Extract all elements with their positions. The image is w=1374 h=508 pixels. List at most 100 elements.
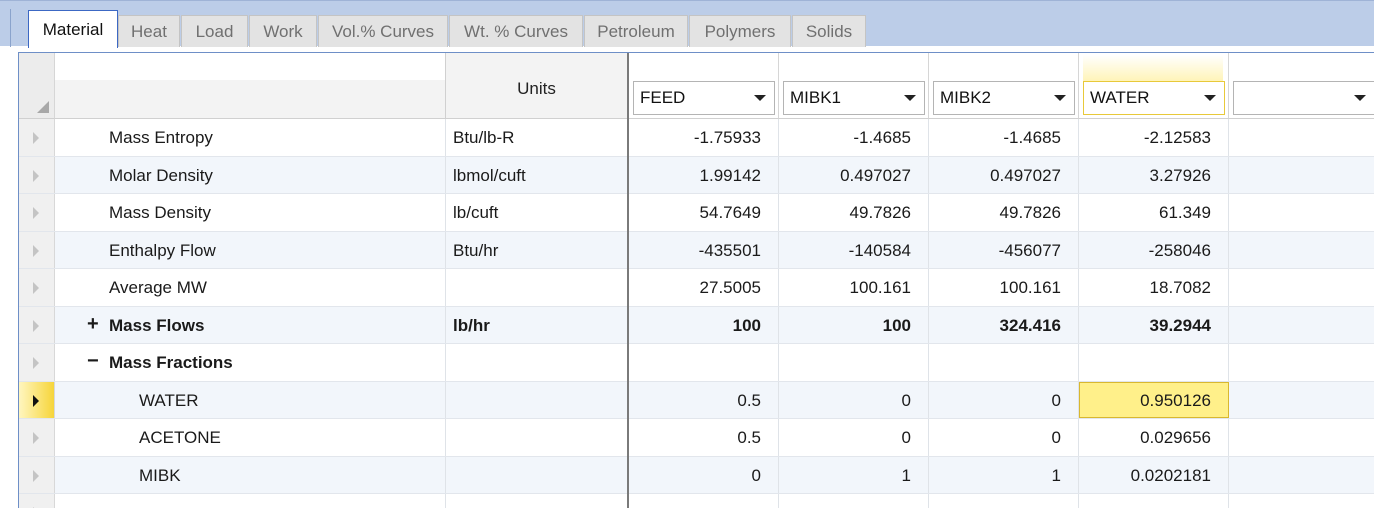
value-cell[interactable] [1229,194,1374,231]
table-row[interactable]: WATER 0.5 0 0 0.950126 [19,381,1374,419]
table-row[interactable]: ACETONE 0.5 0 0 0.029656 [19,419,1374,457]
table-row[interactable]: Molar Density lbmol/cuft 1.99142 0.497027 0.… [19,156,1374,194]
value-cell[interactable]: -1.4685 [929,119,1079,156]
value-cell[interactable] [929,494,1079,508]
value-cell[interactable]: 0.497027 [779,156,929,193]
value-cell[interactable] [1079,494,1229,508]
value-cell[interactable] [779,344,929,381]
value-cell[interactable]: -1.75933 [629,119,779,156]
stream-select-dropdown[interactable]: MIBK2 [933,81,1075,115]
value-cell[interactable]: 0 [929,419,1079,456]
selected-value-cell[interactable]: 0.950126 [1079,381,1229,418]
value-cell[interactable]: 100 [629,306,779,343]
tab-material[interactable]: Material [28,10,118,48]
stream-select-dropdown[interactable]: MIBK1 [783,81,925,115]
collapse-icon[interactable]: − [87,344,99,379]
table-row[interactable]: + Mass Flows lb/hr 100 100 324.416 39.2944 [19,306,1374,344]
value-cell[interactable] [1079,344,1229,381]
value-cell[interactable]: 54.7649 [629,194,779,231]
property-name-cell: − Mass Fractions [55,344,445,381]
value-cell[interactable] [1229,307,1374,344]
value-cell[interactable] [929,344,1079,381]
value-cell[interactable]: 1 [779,456,929,493]
table-row[interactable]: Mass Density lb/cuft 54.7649 49.7826 49.7826… [19,194,1374,232]
row-header[interactable] [19,156,55,193]
tab-work[interactable]: Work [249,15,317,47]
value-cell[interactable] [629,494,779,508]
value-cell[interactable]: 49.7826 [779,194,929,231]
value-cell[interactable]: 0 [629,456,779,493]
value-cell[interactable] [1229,119,1374,156]
tab-vol-curves[interactable]: Vol.% Curves [318,15,448,47]
property-name-cell [55,494,445,508]
table-row[interactable]: Enthalpy Flow Btu/hr -435501 -140584 -456077… [19,231,1374,269]
value-cell[interactable]: -2.12583 [1079,119,1229,156]
chevron-down-icon [1204,95,1216,101]
value-cell[interactable] [1229,382,1374,419]
value-cell[interactable]: -456077 [929,231,1079,268]
row-header[interactable] [19,381,55,418]
value-cell[interactable]: 0 [929,381,1079,418]
value-cell[interactable] [1229,232,1374,269]
value-cell[interactable]: 27.5005 [629,269,779,306]
expand-icon[interactable]: + [87,307,99,342]
tab-load[interactable]: Load [181,15,248,47]
value-cell[interactable]: 49.7826 [929,194,1079,231]
tab-wt-curves[interactable]: Wt. % Curves [449,15,583,47]
property-name: Molar Density [109,165,213,185]
value-cell[interactable]: 1.99142 [629,156,779,193]
tab-solids[interactable]: Solids [792,15,866,47]
tab-polymers[interactable]: Polymers [689,15,791,47]
value-cell[interactable]: 18.7082 [1079,269,1229,306]
value-cell[interactable] [1229,157,1374,194]
table-row[interactable]: Mass Entropy Btu/lb-R -1.75933 -1.4685 -1.46… [19,119,1374,157]
value-cell[interactable] [1229,269,1374,306]
stream-select-dropdown[interactable] [1233,81,1374,115]
value-cell[interactable]: -1.4685 [779,119,929,156]
value-cell[interactable] [629,344,779,381]
value-cell[interactable]: 0.0202181 [1079,456,1229,493]
value-cell[interactable]: 1 [929,456,1079,493]
value-cell[interactable] [1229,419,1374,456]
row-header[interactable] [19,456,55,493]
value-cell[interactable]: 39.2944 [1079,306,1229,343]
value-cell[interactable]: 3.27926 [1079,156,1229,193]
value-cell[interactable]: 100 [779,306,929,343]
value-cell[interactable]: 0.5 [629,419,779,456]
row-header[interactable] [19,494,55,508]
stream-column-header: WATER [1079,53,1229,119]
stream-select-dropdown[interactable]: FEED [633,81,775,115]
row-header[interactable] [19,269,55,306]
value-cell[interactable]: 0 [779,381,929,418]
value-cell[interactable]: 100.161 [779,269,929,306]
value-cell[interactable] [1229,494,1374,508]
value-cell[interactable]: 324.416 [929,306,1079,343]
stream-select-dropdown[interactable]: WATER [1083,81,1225,115]
row-header[interactable] [19,231,55,268]
value-cell[interactable]: 0.5 [629,381,779,418]
table-row[interactable]: − Mass Fractions [19,344,1374,382]
value-cell[interactable] [1229,344,1374,381]
row-header[interactable] [19,119,55,156]
grid-corner[interactable] [19,53,55,119]
row-header[interactable] [19,344,55,381]
value-cell[interactable]: -435501 [629,231,779,268]
tab-heat[interactable]: Heat [118,15,180,47]
row-header[interactable] [19,194,55,231]
value-cell[interactable]: -140584 [779,231,929,268]
value-cell[interactable]: -258046 [1079,231,1229,268]
table-row[interactable]: Average MW 27.5005 100.161 100.161 18.7082 [19,269,1374,307]
table-row[interactable] [19,494,1374,508]
value-cell[interactable]: 61.349 [1079,194,1229,231]
row-header[interactable] [19,306,55,343]
value-cell[interactable]: 0 [779,419,929,456]
row-header[interactable] [19,419,55,456]
table-row[interactable]: MIBK 0 1 1 0.0202181 [19,456,1374,494]
value-cell[interactable]: 100.161 [929,269,1079,306]
value-cell[interactable] [779,494,929,508]
value-cell[interactable] [1229,457,1374,494]
value-cell[interactable]: 0.029656 [1079,419,1229,456]
units-cell: lbmol/cuft [445,156,627,193]
tab-petroleum[interactable]: Petroleum [584,15,688,47]
value-cell[interactable]: 0.497027 [929,156,1079,193]
